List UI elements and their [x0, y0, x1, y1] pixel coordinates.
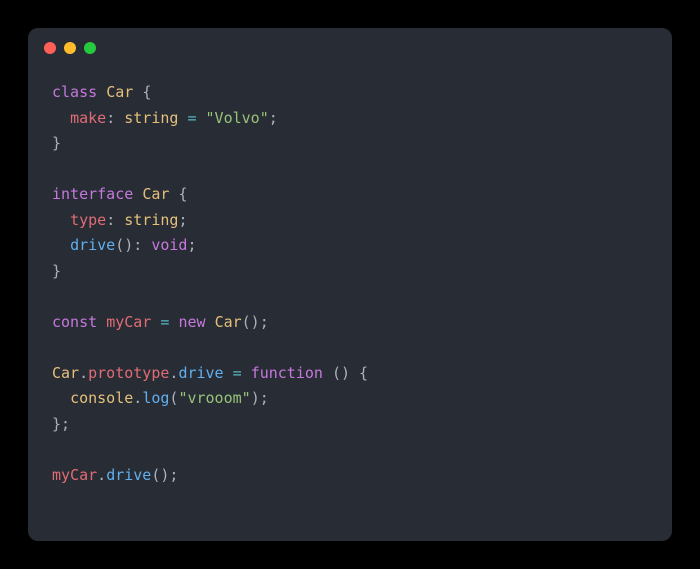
code-line: type: string; — [52, 208, 648, 234]
code-token: = — [233, 364, 242, 382]
code-line: class Car { — [52, 80, 648, 106]
code-token: drive — [106, 466, 151, 484]
code-line: }; — [52, 412, 648, 438]
code-token: ; — [178, 211, 187, 229]
zoom-icon[interactable] — [84, 42, 96, 54]
code-token: "vrooom" — [178, 389, 250, 407]
editor-window: class Car { make: string = "Volvo";} int… — [28, 28, 672, 541]
code-line: drive(): void; — [52, 233, 648, 259]
code-token: } — [52, 134, 61, 152]
code-token: (); — [242, 313, 269, 331]
code-token: ; — [269, 109, 278, 127]
code-area[interactable]: class Car { make: string = "Volvo";} int… — [28, 68, 672, 512]
code-token: : — [106, 109, 124, 127]
code-token: }; — [52, 415, 70, 433]
code-token — [52, 389, 70, 407]
code-token — [52, 236, 70, 254]
code-token: Car — [52, 364, 79, 382]
code-token: Car — [215, 313, 242, 331]
code-line: Car.prototype.drive = function () { — [52, 361, 648, 387]
code-token: : — [106, 211, 124, 229]
code-line: myCar.drive(); — [52, 463, 648, 489]
code-line — [52, 284, 648, 310]
code-line: } — [52, 259, 648, 285]
code-token: function — [251, 364, 332, 382]
code-token: string — [124, 109, 178, 127]
code-token: Car — [106, 83, 142, 101]
code-token: "Volvo" — [206, 109, 269, 127]
code-token: = — [187, 109, 196, 127]
code-token: } — [52, 262, 61, 280]
code-token: . — [97, 466, 106, 484]
code-token: () { — [332, 364, 368, 382]
code-line — [52, 437, 648, 463]
code-token — [197, 109, 206, 127]
code-line — [52, 157, 648, 183]
code-token: log — [142, 389, 169, 407]
code-token — [224, 364, 233, 382]
code-token: make — [70, 109, 106, 127]
code-token: drive — [70, 236, 115, 254]
code-token: ; — [187, 236, 196, 254]
code-token — [52, 211, 70, 229]
code-line: interface Car { — [52, 182, 648, 208]
code-token: new — [178, 313, 214, 331]
code-token: . — [133, 389, 142, 407]
code-line: console.log("vrooom"); — [52, 386, 648, 412]
code-token: myCar — [106, 313, 151, 331]
code-token — [52, 109, 70, 127]
code-line: const myCar = new Car(); — [52, 310, 648, 336]
code-line — [52, 335, 648, 361]
code-token: string — [124, 211, 178, 229]
code-token: myCar — [52, 466, 97, 484]
code-token: prototype — [88, 364, 169, 382]
close-icon[interactable] — [44, 42, 56, 54]
code-token: class — [52, 83, 106, 101]
code-token: { — [142, 83, 151, 101]
code-token: void — [151, 236, 187, 254]
code-token: . — [79, 364, 88, 382]
titlebar — [28, 28, 672, 68]
code-token: console — [70, 389, 133, 407]
code-token: interface — [52, 185, 142, 203]
code-token: (); — [151, 466, 178, 484]
code-line: make: string = "Volvo"; — [52, 106, 648, 132]
code-token: Car — [142, 185, 178, 203]
code-token: type — [70, 211, 106, 229]
code-token: const — [52, 313, 106, 331]
code-token: (): — [115, 236, 151, 254]
code-token: drive — [178, 364, 223, 382]
minimize-icon[interactable] — [64, 42, 76, 54]
code-token: ); — [251, 389, 269, 407]
code-line: } — [52, 131, 648, 157]
code-token: { — [178, 185, 187, 203]
code-token — [242, 364, 251, 382]
